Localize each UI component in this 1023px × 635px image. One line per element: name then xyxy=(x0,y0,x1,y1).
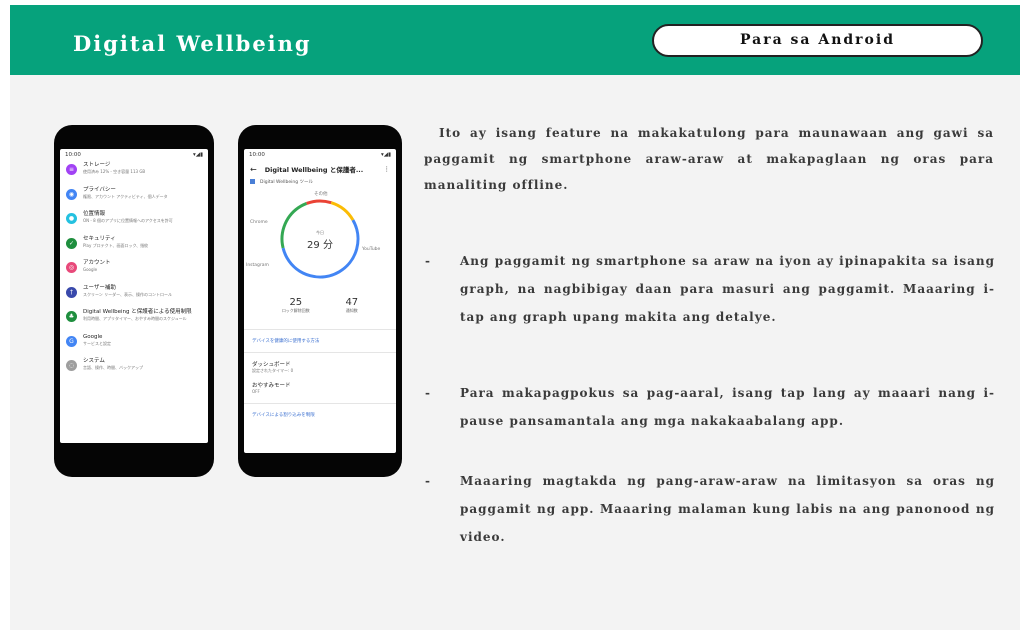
security-icon: ✓ xyxy=(66,237,77,249)
healthy-use-link[interactable]: デバイスを健康的に使用する方法 xyxy=(244,334,396,348)
settings-item[interactable]: ◌ システム 言語、操作、時間、バックアップ xyxy=(60,357,208,382)
settings-item-title: プライバシー xyxy=(83,186,116,193)
settings-item-text: セキュリティ Play プロテクト、画面ロック、指紋 xyxy=(83,235,148,248)
back-arrow-icon[interactable]: ← xyxy=(250,165,257,174)
ring-label-instagram: Instagram xyxy=(246,263,269,268)
dashboard-item[interactable]: ダッシュボード 設定されたタイマー: 0 xyxy=(244,357,396,378)
settings-item[interactable]: † ユーザー補助 スクリーン リーダー、表示、操作のコントロール xyxy=(60,284,208,309)
stat-notifications-value: 47 xyxy=(345,297,359,308)
settings-item-subtitle: 使用済み 12% - 空き容量 113 GB xyxy=(83,169,146,174)
settings-item-subtitle: Google xyxy=(83,267,98,272)
dashboard-item-title: ダッシュボード xyxy=(252,362,291,368)
page-title: Digital Wellbeing xyxy=(73,31,312,56)
status-icons: ▾◢▮ xyxy=(192,152,203,158)
privacy-icon: ◉ xyxy=(66,188,77,200)
status-icons: ▾◢▮ xyxy=(380,152,391,158)
settings-item-title: アカウント xyxy=(83,260,111,266)
usage-stats: 25 ロック解除回数 47 通知数 xyxy=(244,297,396,325)
settings-item[interactable]: ◎ アカウント Google xyxy=(60,259,208,284)
settings-item-subtitle: Play プロテクト、画面ロック、指紋 xyxy=(83,242,149,248)
more-options-icon[interactable]: ⋮ xyxy=(384,165,391,173)
settings-item-title: 位置情報 xyxy=(83,211,106,217)
app-bar: ← Digital Wellbeing と保護者... ⋮ xyxy=(244,161,396,177)
settings-item-title: Digital Wellbeing と保護者による使用制限 xyxy=(83,309,192,315)
stat-unlocks-value: 25 xyxy=(289,297,303,308)
settings-list: ≡ ストレージ 使用済み 12% - 空き容量 113 GB ◉ プライバシー 権限、アカ… xyxy=(60,161,208,382)
settings-item-subtitle: サービスと設定 xyxy=(83,340,111,346)
wellbeing-screen: 10:00 ▾◢▮ ← Digital Wellbeing と保護者... ⋮ … xyxy=(244,149,396,453)
settings-item-subtitle: 権限、アカウント アクティビティ、個人データ xyxy=(83,193,168,199)
stat-unlocks-label: ロック解除回数 xyxy=(281,308,310,313)
settings-item-title: ユーザー補助 xyxy=(83,284,116,291)
storage-icon: ≡ xyxy=(66,164,77,175)
settings-item-text: Digital Wellbeing と保護者による使用制限 利用時間、アプリタイマ… xyxy=(83,308,192,321)
phone-settings-screenshot: 10:00 ▾◢▮ ≡ ストレージ 使用済み 12% - 空き容量 113 GB ◉ プ… xyxy=(54,125,214,477)
settings-item-text: 位置情報 ON - 8 個のアプリに位置情報へのアクセスを許可 xyxy=(83,210,173,223)
settings-item-text: システム 言語、操作、時間、バックアップ xyxy=(83,357,143,370)
settings-item[interactable]: G Google サービスと設定 xyxy=(60,333,208,358)
settings-item[interactable]: ♣ Digital Wellbeing と保護者による使用制限 利用時間、アプリタイ… xyxy=(60,308,208,333)
phone-wellbeing-screenshot: 10:00 ▾◢▮ ← Digital Wellbeing と保護者... ⋮ … xyxy=(238,125,402,477)
bullet-dash-1: - xyxy=(425,254,430,268)
bullet-dash-3: - xyxy=(425,474,430,488)
dashboard-item-sub: 設定されたタイマー: 0 xyxy=(252,368,294,373)
chart-icon xyxy=(250,179,255,184)
stat-unlocks: 25 ロック解除回数 xyxy=(282,297,310,325)
bullet-dash-2: - xyxy=(425,386,430,400)
status-bar: 10:00 ▾◢▮ xyxy=(60,149,208,161)
settings-item-title: セキュリティ xyxy=(83,235,116,242)
settings-item-title: Google xyxy=(83,333,103,340)
settings-item-subtitle: スクリーン リーダー、表示、操作のコントロール xyxy=(83,291,173,297)
bullet-text-1: Ang paggamit ng smartphone sa araw na iy… xyxy=(460,254,995,324)
settings-item-subtitle: 利用時間、アプリタイマー、おやすみ時間のスケジュール xyxy=(83,316,187,321)
intro-paragraph: Ito ay isang feature na makakatulong par… xyxy=(424,126,994,192)
settings-item-title: システム xyxy=(83,358,105,364)
slide: Digital Wellbeing Para sa Android 10:00 … xyxy=(10,5,1020,630)
status-time: 10:00 xyxy=(65,152,81,158)
header-bar: Digital Wellbeing Para sa Android xyxy=(10,5,1020,75)
bedtime-mode-title: おやすみモード xyxy=(252,383,291,389)
ring-center-value: 29 分 xyxy=(307,240,333,251)
divider xyxy=(244,403,396,404)
bullet-text-2: Para makapagpokus sa pag-aaral, isang ta… xyxy=(460,386,995,428)
settings-screen: 10:00 ▾◢▮ ≡ ストレージ 使用済み 12% - 空き容量 113 GB ◉ プ… xyxy=(60,149,208,443)
settings-item[interactable]: ✓ セキュリティ Play プロテクト、画面ロック、指紋 xyxy=(60,235,208,260)
settings-item-text: ユーザー補助 スクリーン リーダー、表示、操作のコントロール xyxy=(83,284,172,297)
stat-notifications: 47 通知数 xyxy=(345,297,358,325)
stat-notifications-label: 通知数 xyxy=(345,308,358,313)
tools-header-label: Digital Wellbeing ツール xyxy=(260,180,313,185)
bedtime-mode-sub: OFF xyxy=(252,389,260,394)
settings-item[interactable]: ● 位置情報 ON - 8 個のアプリに位置情報へのアクセスを許可 xyxy=(60,210,208,235)
location-icon: ● xyxy=(66,213,77,224)
settings-item-text: ストレージ 使用済み 12% - 空き容量 113 GB xyxy=(83,161,145,174)
settings-item-text: Google サービスと設定 xyxy=(83,333,111,346)
system-icon: ◌ xyxy=(66,360,77,371)
ring-label-other: その他 xyxy=(314,192,328,197)
bullet-text-3: Maaaring magtakda ng pang-araw-araw na l… xyxy=(460,474,995,544)
accessibility-icon: † xyxy=(66,286,77,298)
usage-ring-chart[interactable]: その他 Chrome YouTube Instagram 今日 29 分 xyxy=(244,187,396,297)
platform-badge: Para sa Android xyxy=(652,24,983,57)
account-icon: ◎ xyxy=(66,262,77,273)
settings-item[interactable]: ≡ ストレージ 使用済み 12% - 空き容量 113 GB xyxy=(60,161,208,186)
tools-header: Digital Wellbeing ツール xyxy=(244,177,396,187)
limit-interruptions-link[interactable]: デバイスによる割り込みを制限 xyxy=(244,408,396,422)
status-time: 10:00 xyxy=(249,152,265,158)
status-bar: 10:00 ▾◢▮ xyxy=(244,149,396,161)
settings-item[interactable]: ◉ プライバシー 権限、アカウント アクティビティ、個人データ xyxy=(60,186,208,211)
bedtime-mode-item[interactable]: おやすみモード OFF xyxy=(244,378,396,399)
divider xyxy=(244,329,396,330)
settings-item-text: プライバシー 権限、アカウント アクティビティ、個人データ xyxy=(83,186,168,199)
ring-center: 今日 29 分 xyxy=(244,230,396,251)
divider xyxy=(244,352,396,353)
ring-label-chrome: Chrome xyxy=(250,220,268,225)
settings-item-title: ストレージ xyxy=(83,162,111,168)
settings-item-text: アカウント Google xyxy=(83,259,111,272)
settings-item-subtitle: 言語、操作、時間、バックアップ xyxy=(83,365,143,370)
google-icon: G xyxy=(66,335,77,347)
wellbeing-icon: ♣ xyxy=(66,311,77,322)
app-bar-title: Digital Wellbeing と保護者... xyxy=(264,166,364,174)
settings-item-subtitle: ON - 8 個のアプリに位置情報へのアクセスを許可 xyxy=(83,218,173,223)
